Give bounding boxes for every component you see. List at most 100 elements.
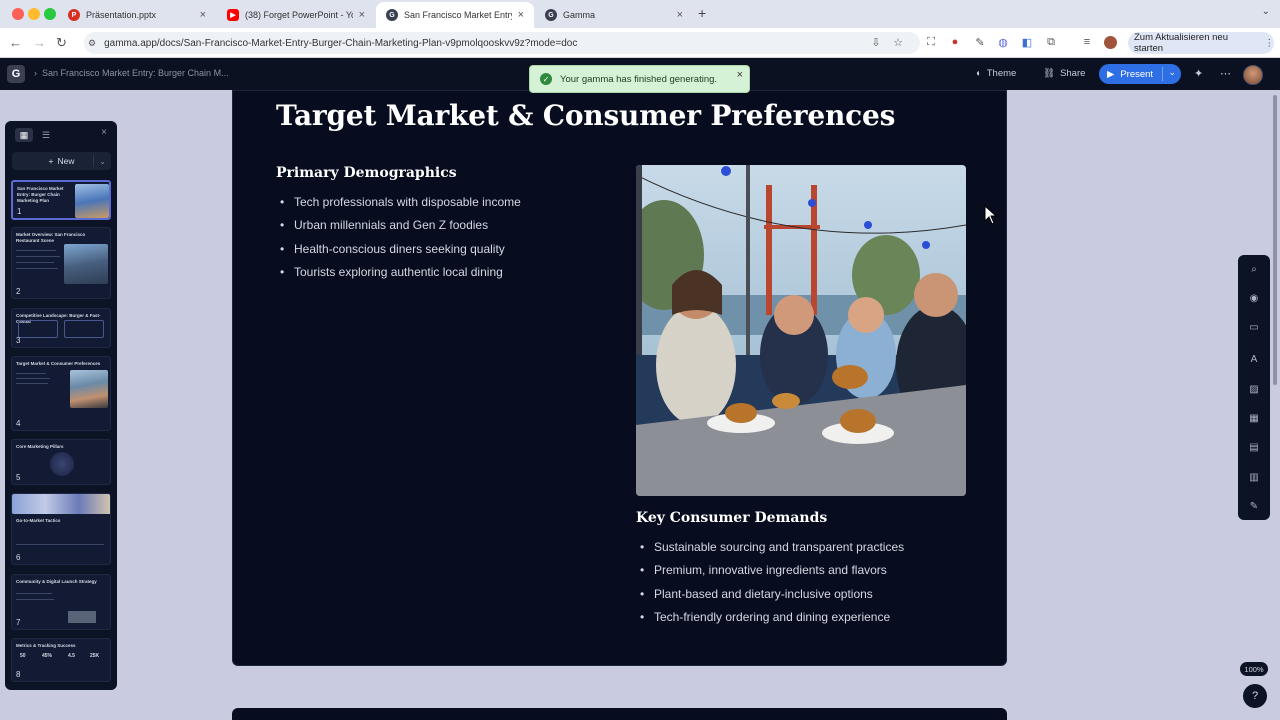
list-view-icon[interactable]: ☰ bbox=[37, 128, 55, 142]
screenshot-icon[interactable]: ⛶ bbox=[924, 36, 938, 49]
avatar[interactable] bbox=[1243, 65, 1263, 85]
scrollbar[interactable] bbox=[1273, 95, 1277, 385]
youtube-icon: ▶ bbox=[227, 9, 239, 21]
window-close-button[interactable] bbox=[12, 8, 24, 20]
browser-tab-gamma[interactable]: G Gamma × bbox=[535, 2, 693, 28]
slide-thumbnail-3[interactable]: Competitive Landscape: Burger & Fast-Cas… bbox=[11, 308, 111, 348]
thumbnail-image bbox=[75, 184, 109, 218]
new-tab-button[interactable]: + bbox=[698, 5, 706, 21]
browser-toolbar: ← → ↻ ⚙ gamma.app/docs/San-Francisco-Mar… bbox=[0, 28, 1280, 58]
list-item: Sustainable sourcing and transparent pra… bbox=[636, 540, 904, 563]
pdf-icon: P bbox=[68, 9, 80, 21]
more-vertical-icon[interactable]: ⋮ bbox=[1265, 38, 1275, 49]
success-toast: ✓ Your gamma has finished generating. × bbox=[529, 65, 750, 93]
list-item: Health-conscious diners seeking quality bbox=[276, 242, 521, 265]
close-icon[interactable]: × bbox=[359, 9, 365, 21]
site-info-icon[interactable]: ⚙ bbox=[88, 38, 96, 49]
close-icon[interactable]: × bbox=[200, 9, 206, 21]
tab-search-chevron-icon[interactable]: ⌄ bbox=[1262, 6, 1270, 17]
slide-thumbnail-5[interactable]: Core Marketing Pillars 5 bbox=[11, 439, 111, 485]
insert-toolbar: ⌕ ◉ ▭ A ▨ ▦ ▤ ▥ ✎ bbox=[1238, 255, 1270, 520]
slide-thumbnail-2[interactable]: Market Overview: San Francisco Restauran… bbox=[11, 227, 111, 299]
list-item: Tourists exploring authentic local dinin… bbox=[276, 265, 521, 288]
list-item: Urban millennials and Gen Z foodies bbox=[276, 218, 521, 241]
image-icon[interactable]: ▨ bbox=[1246, 384, 1262, 395]
primary-demographics-list: Tech professionals with disposable incom… bbox=[276, 195, 521, 289]
close-icon[interactable]: × bbox=[518, 9, 524, 21]
gamma-logo[interactable]: G bbox=[7, 65, 25, 83]
card-layout-icon[interactable]: ◉ bbox=[1246, 293, 1262, 304]
zoom-level[interactable]: 100% bbox=[1240, 662, 1268, 676]
profile-avatar[interactable] bbox=[1104, 36, 1117, 49]
slide-thumbnail-6[interactable]: Go-to-Market Tactics 6 bbox=[11, 493, 111, 565]
back-arrow-icon[interactable]: ← bbox=[9, 35, 22, 51]
extension-adblock-icon[interactable]: ● bbox=[948, 36, 962, 48]
present-button[interactable]: ▶ Present ⌄ bbox=[1099, 64, 1181, 84]
forward-arrow-icon[interactable]: → bbox=[33, 35, 46, 51]
address-bar[interactable]: ⚙ gamma.app/docs/San-Francisco-Market-En… bbox=[84, 32, 920, 54]
list-item: Plant-based and dietary-inclusive option… bbox=[636, 587, 904, 610]
browser-tab-bar: P Präsentation.pptx × ▶ (38) Forget Powe… bbox=[0, 0, 1280, 28]
thumbnail-image bbox=[70, 370, 108, 408]
close-icon[interactable]: × bbox=[677, 9, 683, 21]
bookmark-star-icon[interactable]: ☆ bbox=[891, 36, 905, 49]
new-slide-button[interactable]: + New ⌄ bbox=[12, 152, 111, 170]
extension-globe-icon[interactable]: ◍ bbox=[996, 36, 1010, 49]
slide-thumbnail-8[interactable]: Metrics & Tracking Success 50 45% 4.5 25… bbox=[11, 638, 111, 682]
extension-translate-icon[interactable]: ◧ bbox=[1020, 36, 1034, 49]
diners-illustration bbox=[636, 165, 966, 496]
text-format-icon[interactable]: A bbox=[1246, 354, 1262, 365]
window-minimize-button[interactable] bbox=[28, 8, 40, 20]
table-icon[interactable]: ▦ bbox=[1246, 413, 1262, 424]
browser-tab-presentation[interactable]: P Präsentation.pptx × bbox=[58, 2, 216, 28]
list-item: Tech professionals with disposable incom… bbox=[276, 195, 521, 218]
mouse-cursor-icon bbox=[984, 205, 998, 225]
embed-icon[interactable]: ▤ bbox=[1246, 442, 1262, 453]
thumbnail-image bbox=[64, 244, 108, 284]
more-horizontal-icon[interactable]: ⋯ bbox=[1220, 67, 1231, 80]
breadcrumb[interactable]: › San Francisco Market Entry: Burger Cha… bbox=[34, 68, 229, 78]
extension-pen-icon[interactable]: ✎ bbox=[973, 36, 987, 49]
share-button[interactable]: ⛓ Share bbox=[1043, 68, 1085, 79]
page-title: Target Market & Consumer Preferences bbox=[276, 99, 896, 132]
edit-pen-icon[interactable]: ✎ bbox=[1246, 501, 1262, 512]
plus-icon: + bbox=[48, 156, 54, 166]
chevron-down-icon[interactable]: ⌄ bbox=[99, 157, 106, 166]
window-zoom-button[interactable] bbox=[44, 8, 56, 20]
grid-view-icon[interactable]: ▦ bbox=[15, 128, 33, 142]
slide-thumbnail-4[interactable]: Target Market & Consumer Preferences 4 bbox=[11, 356, 111, 431]
theme-button[interactable]: ◐ Theme bbox=[976, 68, 1016, 79]
browser-tab-gamma-doc[interactable]: G San Francisco Market Entry: B × bbox=[376, 2, 534, 28]
chart-icon[interactable]: ▥ bbox=[1246, 472, 1262, 483]
close-icon[interactable]: × bbox=[101, 127, 107, 138]
primary-demographics-heading: Primary Demographics bbox=[276, 165, 457, 181]
url-text: gamma.app/docs/San-Francisco-Market-Entr… bbox=[104, 37, 578, 49]
slide-card[interactable]: Target Market & Consumer Preferences Pri… bbox=[232, 90, 1007, 666]
search-icon[interactable]: ⌕ bbox=[1246, 264, 1262, 275]
key-consumer-demands-heading: Key Consumer Demands bbox=[636, 510, 828, 526]
reading-list-icon[interactable]: ≡ bbox=[1080, 36, 1094, 48]
diners-photo[interactable] bbox=[636, 165, 966, 496]
browser-tab-youtube[interactable]: ▶ (38) Forget PowerPoint - You × bbox=[217, 2, 375, 28]
check-circle-icon: ✓ bbox=[540, 73, 552, 85]
ai-sparkle-icon[interactable]: ✦ bbox=[1194, 67, 1203, 80]
list-item: Premium, innovative ingredients and flav… bbox=[636, 563, 904, 586]
close-icon[interactable]: × bbox=[737, 69, 743, 81]
slide-thumbnail-1[interactable]: San Francisco Market Entry: Burger Chain… bbox=[11, 180, 111, 220]
next-slide-card[interactable] bbox=[232, 708, 1007, 720]
slide-thumbnail-panel: ▦ ☰ × + New ⌄ San Francisco Market Entry… bbox=[5, 121, 117, 690]
play-icon: ▶ bbox=[1107, 68, 1115, 80]
key-consumer-demands-list: Sustainable sourcing and transparent pra… bbox=[636, 540, 904, 634]
install-app-icon[interactable]: ⇩ bbox=[869, 36, 883, 49]
link-icon: ⛓ bbox=[1043, 68, 1056, 79]
thumbnail-image bbox=[12, 494, 110, 514]
slide-thumbnail-7[interactable]: Community & Digital Launch Strategy 7 bbox=[11, 574, 111, 630]
chevron-down-icon[interactable]: ⌄ bbox=[1168, 67, 1176, 78]
extensions-puzzle-icon[interactable]: ⧉ bbox=[1044, 36, 1058, 49]
gamma-icon: G bbox=[545, 9, 557, 21]
gamma-icon: G bbox=[386, 9, 398, 21]
reload-icon[interactable]: ↻ bbox=[56, 35, 67, 51]
update-browser-button[interactable]: Zum Aktualisieren neu starten ⋮ bbox=[1128, 32, 1274, 54]
help-button[interactable]: ? bbox=[1243, 684, 1267, 708]
frame-icon[interactable]: ▭ bbox=[1246, 322, 1262, 333]
